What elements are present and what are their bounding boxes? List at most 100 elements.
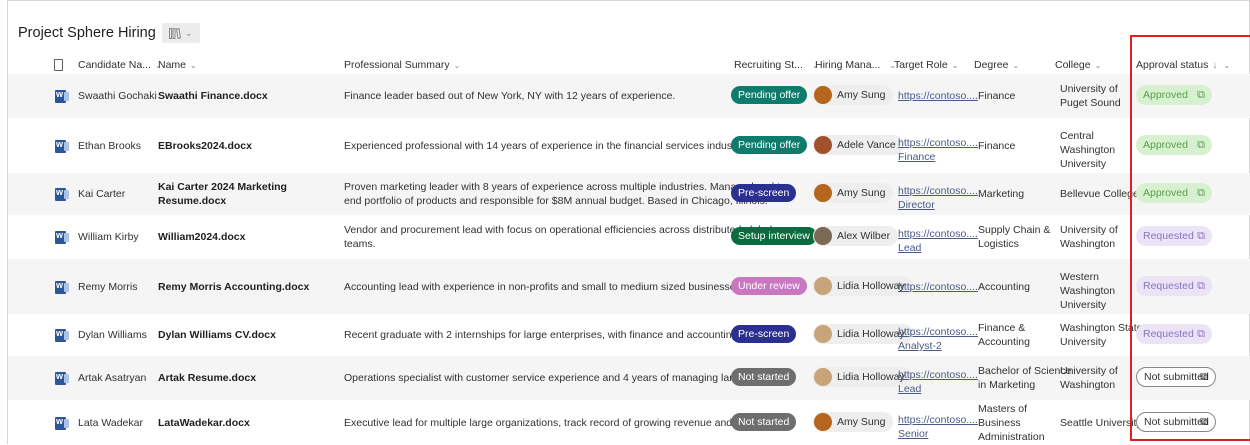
professional-summary: Operations specialist with customer serv… bbox=[344, 371, 779, 385]
hiring-manager-persona[interactable]: Amy Sung bbox=[813, 183, 894, 203]
word-document-icon bbox=[55, 187, 69, 201]
view-switcher-button[interactable]: ⌄ bbox=[161, 23, 200, 43]
table-row[interactable]: Ethan Brooks EBrooks2024.docx Experienced … bbox=[8, 118, 1250, 173]
file-icon bbox=[54, 59, 63, 71]
word-document-icon bbox=[55, 89, 69, 103]
degree-line: Finance bbox=[978, 90, 1016, 102]
degree: Supply Chain & Logistics bbox=[978, 223, 1050, 251]
college: University of Washington bbox=[1060, 223, 1118, 251]
college: University of Puget Sound bbox=[1060, 82, 1121, 110]
professional-summary-line: Vendor and procurement lead with focus o… bbox=[344, 224, 773, 236]
hiring-manager-persona[interactable]: Adele Vance bbox=[813, 135, 904, 155]
professional-summary-line: Experienced professional with 14 years o… bbox=[344, 140, 746, 152]
word-document-icon bbox=[55, 328, 69, 342]
chevron-down-icon: ⌄ bbox=[185, 27, 193, 38]
candidate-name: Dylan Williams bbox=[78, 329, 147, 341]
table-row[interactable]: Lata Wadekar LataWadekar.docx Executive le… bbox=[8, 400, 1250, 445]
hiring-manager-persona[interactable]: Amy Sung bbox=[813, 412, 894, 432]
file-name-link[interactable]: Swaathi Finance.docx bbox=[158, 89, 328, 103]
target-role-link-line[interactable]: Lead bbox=[898, 241, 978, 255]
column-label: Target Role bbox=[894, 59, 948, 71]
avatar bbox=[814, 368, 832, 386]
chevron-down-icon: ⌄ bbox=[951, 60, 959, 70]
candidate-name: Lata Wadekar bbox=[78, 417, 143, 429]
target-role-link[interactable]: https://contoso.... Director bbox=[898, 184, 978, 212]
target-role-link-line[interactable]: Director bbox=[898, 198, 978, 212]
recruiting-status-badge: Under review bbox=[731, 277, 807, 295]
target-role-link[interactable]: https://contoso.... bbox=[898, 89, 978, 103]
target-role-link-line[interactable]: https://contoso.... bbox=[898, 280, 978, 294]
degree: Masters of Business Administration bbox=[978, 402, 1045, 444]
candidate-name: Ethan Brooks bbox=[78, 140, 142, 152]
hiring-manager-persona[interactable]: Amy Sung bbox=[813, 85, 894, 105]
column-label: Name bbox=[158, 59, 187, 71]
hiring-manager-name: Lidia Holloway bbox=[837, 371, 905, 383]
degree: Accounting bbox=[978, 280, 1030, 294]
target-role-link-line[interactable]: https://contoso.... bbox=[898, 184, 978, 198]
file-name-link[interactable]: William2024.docx bbox=[158, 230, 328, 244]
target-role-link-line[interactable]: Analyst-2 bbox=[898, 339, 978, 353]
degree: Finance bbox=[978, 89, 1015, 103]
professional-summary: Proven marketing leader with 8 years of … bbox=[344, 180, 786, 208]
target-role-link-line[interactable]: https://contoso.... bbox=[898, 368, 978, 382]
target-role-link-line[interactable]: Lead bbox=[898, 382, 978, 396]
column-label: Recruiting St... bbox=[734, 59, 803, 71]
college-line: Washington bbox=[1060, 238, 1116, 250]
table-row[interactable]: Artak Asatryan Artak Resume.docx Operation… bbox=[8, 356, 1250, 400]
target-role-link-line[interactable]: https://contoso.... bbox=[898, 413, 978, 427]
hiring-manager-name: Lidia Holloway bbox=[837, 280, 905, 292]
table-row[interactable]: Remy Morris Remy Morris Accounting.docx Ac… bbox=[8, 259, 1250, 314]
approval-status-highlight-box bbox=[1130, 35, 1250, 441]
degree: Bachelor of Science in Marketing bbox=[978, 364, 1071, 392]
target-role-link[interactable]: https://contoso.... Senior bbox=[898, 413, 978, 441]
target-role-link[interactable]: https://contoso.... Analyst-2 bbox=[898, 325, 978, 353]
degree-line: Finance bbox=[978, 140, 1016, 152]
target-role-link[interactable]: https://contoso.... Finance bbox=[898, 136, 978, 164]
file-name-link[interactable]: Kai Carter 2024 Marketing Resume.docx bbox=[158, 180, 328, 208]
recruiting-status-badge: Pending offer bbox=[731, 136, 808, 154]
avatar bbox=[814, 184, 832, 202]
target-role-link-line[interactable]: https://contoso.... bbox=[898, 89, 978, 103]
table-row[interactable]: Dylan Williams Dylan Williams CV.docx Rece… bbox=[8, 314, 1250, 356]
column-label: Hiring Mana... bbox=[815, 59, 881, 71]
table-row[interactable]: Kai Carter Kai Carter 2024 Marketing Resu… bbox=[8, 173, 1250, 215]
professional-summary-line: Executive lead for multiple large organi… bbox=[344, 417, 767, 429]
target-role-link[interactable]: https://contoso.... bbox=[898, 280, 978, 294]
file-name-link[interactable]: Dylan Williams CV.docx bbox=[158, 328, 328, 342]
word-document-icon bbox=[55, 371, 69, 385]
degree-line: Logistics bbox=[978, 238, 1019, 250]
hiring-manager-name: Adele Vance bbox=[837, 139, 896, 151]
chevron-down-icon: ⌄ bbox=[190, 60, 197, 70]
degree-line: Supply Chain & bbox=[978, 224, 1051, 236]
target-role-link-line[interactable]: Finance bbox=[898, 150, 978, 164]
file-name-link[interactable]: EBrooks2024.docx bbox=[158, 139, 328, 153]
hiring-manager-name: Lidia Holloway bbox=[837, 328, 905, 340]
professional-summary-line: Proven marketing leader with 8 years of … bbox=[344, 181, 786, 193]
target-role-link-line[interactable]: https://contoso.... bbox=[898, 136, 978, 150]
column-label: Candidate Na... bbox=[78, 59, 151, 71]
college-line: University bbox=[1060, 299, 1107, 311]
target-role-link-line[interactable]: https://contoso.... bbox=[898, 227, 978, 241]
degree-line: Accounting bbox=[978, 281, 1030, 293]
chevron-down-icon: ⌄ bbox=[453, 60, 461, 70]
hiring-manager-persona[interactable]: Alex Wilber bbox=[813, 226, 899, 246]
degree: Finance & Accounting bbox=[978, 321, 1030, 349]
table-row[interactable]: Swaathi GochakiSwaathi Finance.docx Finan… bbox=[8, 74, 1250, 118]
page-title: Project Sphere Hiring bbox=[18, 25, 156, 41]
target-role-link[interactable]: https://contoso.... Lead bbox=[898, 368, 978, 396]
target-role-link-line[interactable]: Senior bbox=[898, 427, 978, 441]
file-name-link[interactable]: Artak Resume.docx bbox=[158, 371, 328, 385]
college-line: University bbox=[1060, 158, 1107, 170]
college-line: Washington bbox=[1060, 379, 1116, 391]
degree-line: Business bbox=[978, 417, 1021, 429]
file-name-link[interactable]: LataWadekar.docx bbox=[158, 416, 328, 430]
word-document-icon bbox=[55, 280, 69, 294]
professional-summary-line: Operations specialist with customer serv… bbox=[344, 372, 779, 384]
table-row[interactable]: William Kirby William2024.docx Vendor and … bbox=[8, 215, 1250, 259]
professional-summary-line: Finance leader based out of New York, NY… bbox=[344, 90, 676, 102]
recruiting-status-badge: Pending offer bbox=[731, 86, 808, 104]
candidate-name: Kai Carter bbox=[78, 188, 126, 200]
file-name-link[interactable]: Remy Morris Accounting.docx bbox=[158, 280, 328, 294]
target-role-link-line[interactable]: https://contoso.... bbox=[898, 325, 978, 339]
target-role-link[interactable]: https://contoso.... Lead bbox=[898, 227, 978, 255]
